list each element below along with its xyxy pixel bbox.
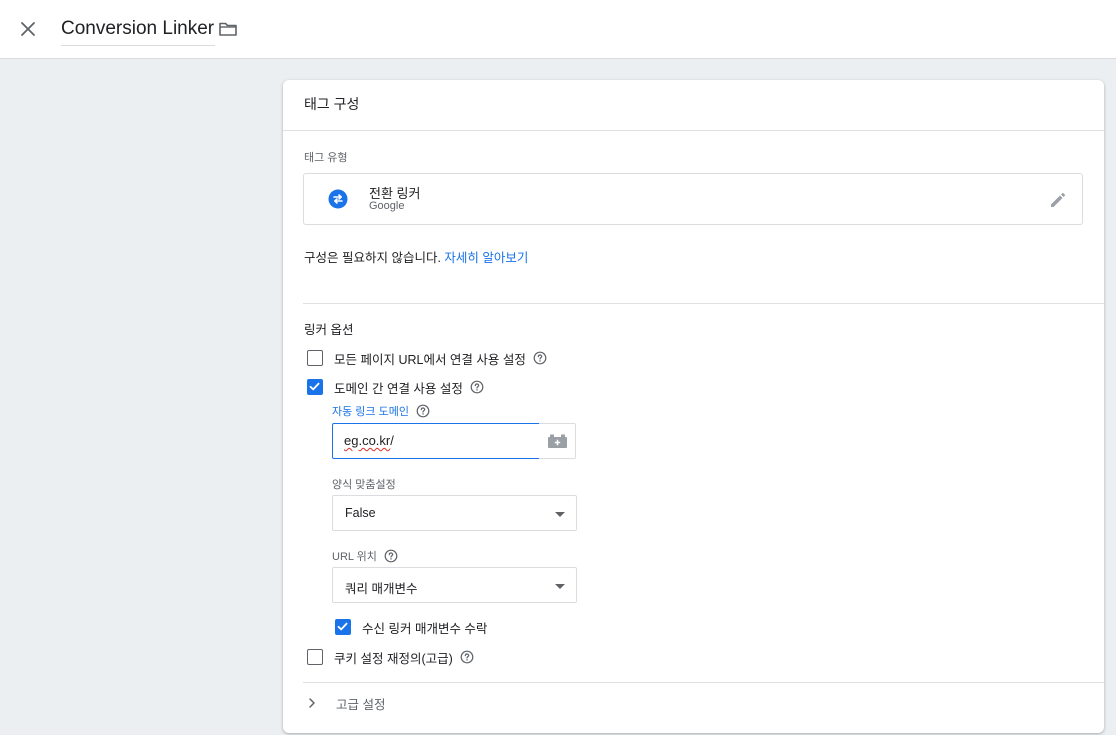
- cookie-override-option[interactable]: 쿠키 설정 재정의(고급): [307, 647, 474, 667]
- tag-type-vendor: Google: [369, 200, 405, 212]
- url-position-label: URL 위치: [332, 548, 398, 564]
- domain-value: eg.co.kr: [344, 433, 391, 448]
- divider: [303, 303, 1104, 304]
- help-icon[interactable]: [470, 380, 484, 394]
- advanced-settings-toggle[interactable]: 고급 설정: [306, 693, 385, 713]
- decorate-forms-value: False: [345, 506, 376, 520]
- close-icon[interactable]: [16, 17, 40, 41]
- cookie-override-checkbox[interactable]: [307, 649, 323, 665]
- url-position-value: 쿼리 매개변수: [345, 582, 418, 596]
- cross-domain-label: 도메인 간 연결 사용 설정: [334, 381, 463, 396]
- help-icon[interactable]: [533, 351, 547, 365]
- all-pages-url-option[interactable]: 모든 페이지 URL에서 연결 사용 설정: [307, 348, 547, 368]
- decorate-forms-label: 양식 맞춤설정: [332, 479, 396, 491]
- variable-picker-button[interactable]: [539, 423, 576, 459]
- url-position-select[interactable]: 쿼리 매개변수: [332, 567, 577, 603]
- conversion-linker-icon: [328, 189, 348, 209]
- cross-domain-checkbox[interactable]: [307, 379, 323, 395]
- card-title: 태그 구성: [304, 96, 360, 112]
- no-config-text: 구성은 필요하지 않습니다.: [304, 251, 445, 265]
- accept-incoming-checkbox[interactable]: [335, 619, 351, 635]
- accept-incoming-label: 수신 링커 매개변수 수락: [362, 621, 488, 636]
- chevron-down-icon: [555, 512, 565, 517]
- all-pages-url-label: 모든 페이지 URL에서 연결 사용 설정: [334, 352, 526, 367]
- tag-type-label: 태그 유형: [304, 152, 348, 164]
- all-pages-url-checkbox[interactable]: [307, 350, 323, 366]
- divider: [303, 682, 1104, 683]
- help-icon[interactable]: [384, 549, 398, 563]
- decorate-forms-select[interactable]: False: [332, 495, 577, 531]
- tag-configuration-card: 태그 구성 태그 유형 전환 링커 Google 구성은 필요하지 않습니다. …: [283, 80, 1104, 733]
- cookie-override-label: 쿠키 설정 재정의(고급): [334, 651, 453, 666]
- variable-icon: [548, 434, 567, 448]
- auto-link-domains-text: 자동 링크 도메인: [332, 406, 409, 418]
- learn-more-link[interactable]: 자세히 알아보기: [444, 251, 528, 265]
- help-icon[interactable]: [416, 404, 430, 418]
- accept-incoming-option[interactable]: 수신 링커 매개변수 수락: [335, 617, 487, 637]
- domain-value-suffix: /: [390, 433, 394, 448]
- chevron-right-icon: [309, 698, 315, 708]
- auto-link-domains-label: 자동 링크 도메인: [332, 403, 430, 419]
- folder-icon[interactable]: [217, 18, 239, 40]
- tag-type-selector[interactable]: 전환 링커 Google: [303, 173, 1083, 225]
- auto-link-domains-input[interactable]: eg.co.kr/: [332, 423, 540, 459]
- chevron-down-icon: [555, 584, 565, 589]
- pencil-icon[interactable]: [1048, 190, 1068, 210]
- info-text: 구성은 필요하지 않습니다. 자세히 알아보기: [304, 247, 528, 266]
- advanced-settings-label: 고급 설정: [336, 697, 386, 712]
- help-icon[interactable]: [460, 650, 474, 664]
- url-position-text: URL 위치: [332, 551, 377, 563]
- card-header: 태그 구성: [283, 80, 1104, 131]
- top-bar: Conversion Linker: [0, 0, 1116, 59]
- linker-options-title: 링커 옵션: [304, 323, 354, 337]
- cross-domain-option[interactable]: 도메인 간 연결 사용 설정: [307, 377, 484, 397]
- tag-name-field[interactable]: Conversion Linker: [61, 16, 216, 46]
